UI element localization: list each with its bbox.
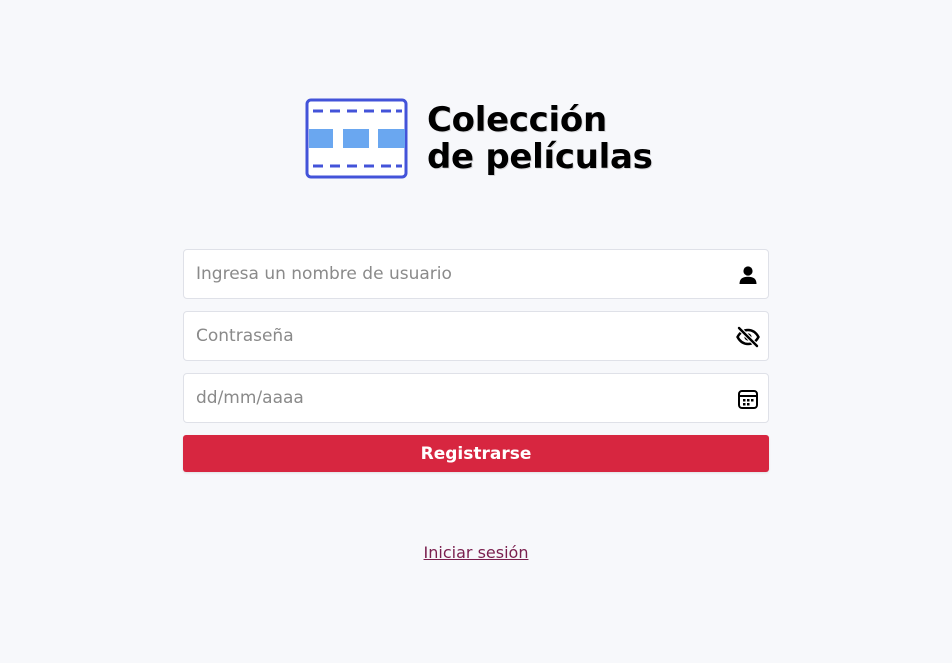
register-page: Colección de películas Ingresa un nombre… bbox=[0, 0, 952, 663]
password-field-wrapper bbox=[183, 311, 769, 361]
username-input[interactable] bbox=[184, 250, 768, 298]
app-title-line2: de películas bbox=[427, 136, 653, 177]
login-link[interactable]: Iniciar sesión bbox=[424, 543, 529, 562]
calendar-icon[interactable] bbox=[736, 387, 760, 411]
app-logo: Colección de películas bbox=[305, 98, 653, 179]
register-form: Registrarse bbox=[183, 249, 769, 472]
user-icon bbox=[736, 263, 760, 287]
birthdate-field-wrapper bbox=[183, 373, 769, 423]
register-button[interactable]: Registrarse bbox=[183, 435, 769, 472]
birthdate-input[interactable] bbox=[184, 374, 768, 422]
password-input[interactable] bbox=[184, 312, 768, 360]
eye-off-icon[interactable] bbox=[736, 325, 760, 349]
film-strip-icon bbox=[305, 98, 408, 179]
app-title-line1: Colección bbox=[427, 99, 607, 140]
username-field-wrapper bbox=[183, 249, 769, 299]
app-title: Colección de películas bbox=[427, 99, 653, 177]
login-link-container: Iniciar sesión bbox=[0, 543, 952, 562]
